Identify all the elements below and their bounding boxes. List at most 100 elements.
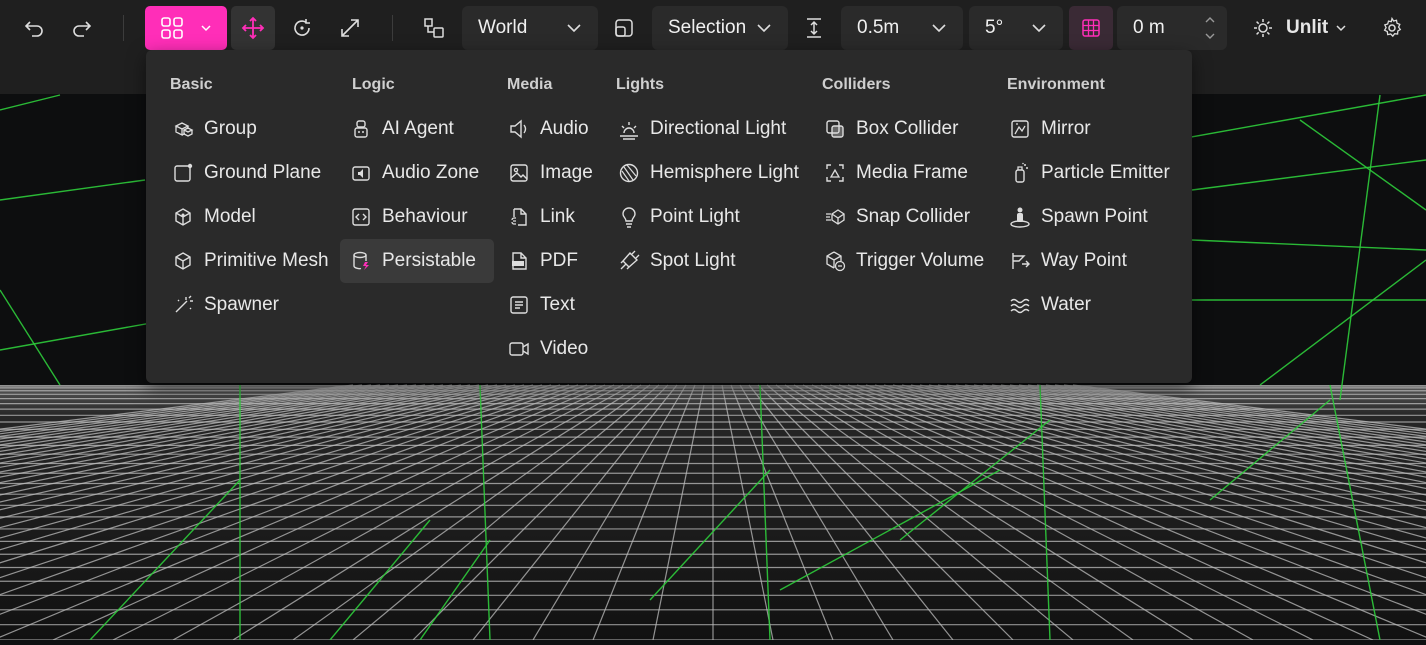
menu-item-way-point[interactable]: Way Point <box>999 239 1127 283</box>
menu-item-ground-plane[interactable]: Ground Plane <box>162 151 321 195</box>
point-light-icon <box>616 204 642 230</box>
redo-icon <box>73 21 92 37</box>
menu-item-spot-light[interactable]: Spot Light <box>608 239 736 283</box>
menu-item-behaviour[interactable]: Behaviour <box>340 195 494 239</box>
chevron-down-icon <box>1032 24 1046 33</box>
toolbar-divider <box>392 15 393 41</box>
menu-item-model[interactable]: Model <box>162 195 256 239</box>
menu-item-hemisphere-light[interactable]: Hemisphere Light <box>608 151 799 195</box>
menu-item-box-collider[interactable]: Box Collider <box>814 107 958 151</box>
menu-item-ai-agent[interactable]: AI Agent <box>340 107 494 151</box>
ai-agent-icon <box>348 116 374 142</box>
menu-item-label: Box Collider <box>856 118 959 139</box>
menu-item-audio-zone[interactable]: Audio Zone <box>340 151 494 195</box>
render-mode-value: Unlit <box>1286 17 1329 38</box>
transform-space-icon-button[interactable] <box>414 6 454 50</box>
menu-item-trigger-volume[interactable]: Trigger Volume <box>814 239 984 283</box>
particle-emitter-icon <box>1007 160 1033 186</box>
menu-item-mirror[interactable]: Mirror <box>999 107 1091 151</box>
menu-item-media-frame[interactable]: Media Frame <box>814 151 968 195</box>
menu-item-directional-light[interactable]: Directional Light <box>608 107 786 151</box>
menu-item-label: Snap Collider <box>856 206 971 227</box>
menu-item-group[interactable]: Group <box>162 107 257 151</box>
chevron-down-icon <box>201 25 211 32</box>
rotate-snap-value: 5° <box>985 17 1004 38</box>
undo-button[interactable] <box>14 6 54 50</box>
menu-item-label: Ground Plane <box>204 162 322 183</box>
rotate-tool-button[interactable] <box>280 6 324 50</box>
snap-collider-icon <box>822 204 848 230</box>
grid-icon <box>1082 19 1100 37</box>
menu-item-label: Way Point <box>1041 250 1127 271</box>
menu-item-label: Media Frame <box>856 162 968 183</box>
spot-light-icon <box>616 248 642 274</box>
menu-item-label: Water <box>1041 294 1091 315</box>
pdf-icon <box>506 248 532 274</box>
menu-item-particle-emitter[interactable]: Particle Emitter <box>999 151 1170 195</box>
pivot-value: Selection <box>668 17 747 38</box>
column-heading: Colliders <box>822 76 891 93</box>
group-icon <box>170 116 196 142</box>
chevron-down-icon <box>932 24 946 33</box>
add-object-menu: Basic Group Ground Plane Model Primitive… <box>146 50 1192 383</box>
pivot-icon <box>615 19 633 37</box>
translate-snap-dropdown[interactable]: 0.5m <box>841 6 963 50</box>
translate-snap-icon-button[interactable] <box>794 6 834 50</box>
chevron-down-icon <box>1336 25 1346 32</box>
way-point-icon <box>1007 248 1033 274</box>
rotate-snap-dropdown[interactable]: 5° <box>969 6 1063 50</box>
menu-item-label: Audio <box>540 118 589 139</box>
ground-plane-icon <box>170 160 196 186</box>
scale-tool-button[interactable] <box>328 6 372 50</box>
video-icon <box>506 336 532 362</box>
trigger-volume-icon <box>822 248 848 274</box>
render-mode-dropdown[interactable]: Unlit <box>1244 6 1354 50</box>
transform-space-dropdown[interactable]: World <box>462 6 598 50</box>
behaviour-icon <box>348 204 374 230</box>
menu-item-image[interactable]: Image <box>498 151 593 195</box>
redo-button[interactable] <box>62 6 102 50</box>
model-icon <box>170 204 196 230</box>
pivot-icon-button[interactable] <box>604 6 644 50</box>
menu-item-label: Spot Light <box>650 250 736 271</box>
menu-item-spawn-point[interactable]: Spawn Point <box>999 195 1148 239</box>
transform-space-value: World <box>478 17 528 38</box>
mirror-icon <box>1007 116 1033 142</box>
menu-item-video[interactable]: Video <box>498 327 588 371</box>
menu-item-label: Text <box>540 294 575 315</box>
menu-item-audio[interactable]: Audio <box>498 107 589 151</box>
menu-item-text[interactable]: Text <box>498 283 575 327</box>
chevron-down-icon <box>567 24 581 33</box>
menu-item-snap-collider[interactable]: Snap Collider <box>814 195 970 239</box>
pivot-dropdown[interactable]: Selection <box>652 6 788 50</box>
menu-item-label: Audio Zone <box>382 162 480 183</box>
directional-light-icon <box>616 116 642 142</box>
spawn-point-icon <box>1007 204 1033 230</box>
box-collider-icon <box>822 116 848 142</box>
grid-height-input[interactable]: 0 m <box>1117 6 1227 50</box>
hemisphere-light-icon <box>616 160 642 186</box>
move-tool-button[interactable] <box>231 6 275 50</box>
menu-item-label: AI Agent <box>382 118 454 139</box>
menu-item-primitive-mesh[interactable]: Primitive Mesh <box>162 239 329 283</box>
column-heading: Basic <box>170 76 213 93</box>
water-icon <box>1007 292 1033 318</box>
grid-toggle-button[interactable] <box>1069 6 1113 50</box>
text-icon <box>506 292 532 318</box>
menu-item-label: Behaviour <box>382 206 468 227</box>
menu-item-spawner[interactable]: Spawner <box>162 283 279 327</box>
menu-item-label: Model <box>204 206 256 227</box>
toolbar-divider <box>123 15 124 41</box>
menu-item-water[interactable]: Water <box>999 283 1091 327</box>
column-heading: Lights <box>616 76 664 93</box>
add-object-button[interactable] <box>145 6 227 50</box>
menu-item-label: Video <box>540 338 589 359</box>
settings-button[interactable] <box>1370 6 1414 50</box>
menu-item-pdf[interactable]: PDF <box>498 239 578 283</box>
menu-item-label: PDF <box>540 250 578 271</box>
menu-item-link[interactable]: Link <box>498 195 575 239</box>
persistable-icon <box>348 248 374 274</box>
menu-item-point-light[interactable]: Point Light <box>608 195 740 239</box>
translate-snap-value: 0.5m <box>857 17 900 38</box>
menu-item-persistable[interactable]: Persistable <box>340 239 494 283</box>
